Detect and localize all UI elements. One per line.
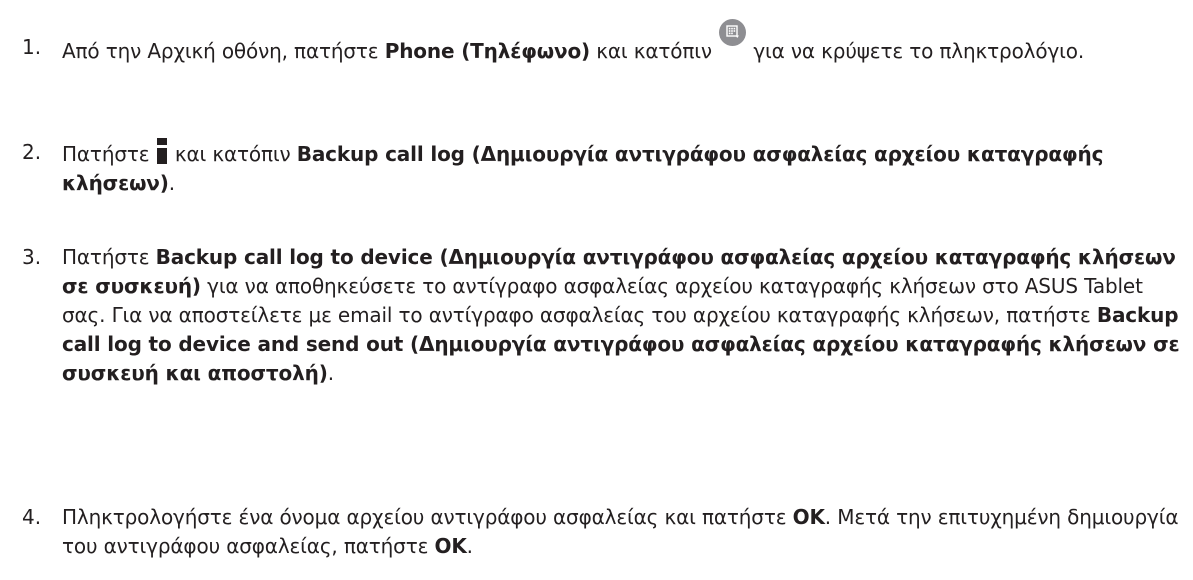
step-text-segment: Πληκτρολογήστε ένα όνομα αρχείου αντιγρά… bbox=[62, 505, 793, 529]
step-text: Πατήστε Backup call log to device (Δημιο… bbox=[62, 243, 1187, 388]
step-number: 4. bbox=[22, 505, 42, 529]
step-text: Πληκτρολογήστε ένα όνομα αρχείου αντιγρά… bbox=[62, 503, 1187, 561]
ok-label: OK bbox=[434, 534, 467, 558]
step-text: Από την Αρχική οθόνη, πατήστε Phone (Τηλ… bbox=[62, 19, 1187, 66]
step-text: Πατήστε και κατόπιν Backup call log (Δημ… bbox=[62, 138, 1187, 198]
menu-icon bbox=[156, 138, 167, 164]
step-text-segment: Πατήστε bbox=[62, 142, 156, 166]
dialpad-toggle-icon bbox=[719, 19, 747, 46]
step-text-segment: . bbox=[466, 534, 473, 558]
step-text-segment: και κατόπιν bbox=[168, 142, 297, 166]
step-text-segment: Από την Αρχική οθόνη, πατήστε bbox=[62, 39, 385, 63]
step-number: 3. bbox=[22, 245, 42, 269]
step-number: 2. bbox=[22, 140, 42, 164]
step-text-segment: για να αποθηκεύσετε το αντίγραφο ασφαλεί… bbox=[62, 274, 1143, 327]
phone-app-label: Phone (Τηλέφωνο) bbox=[384, 39, 591, 63]
step-text-segment: Πατήστε bbox=[62, 245, 156, 269]
step-number: 1. bbox=[22, 35, 42, 59]
ok-label: OK bbox=[792, 505, 825, 529]
step-text-segment: και κατόπιν bbox=[590, 39, 719, 63]
step-text-segment: . bbox=[327, 361, 334, 385]
step-text-segment: . bbox=[168, 171, 175, 195]
step-text-segment: για να κρύψετε το πληκτρολόγιο. bbox=[747, 39, 1085, 63]
